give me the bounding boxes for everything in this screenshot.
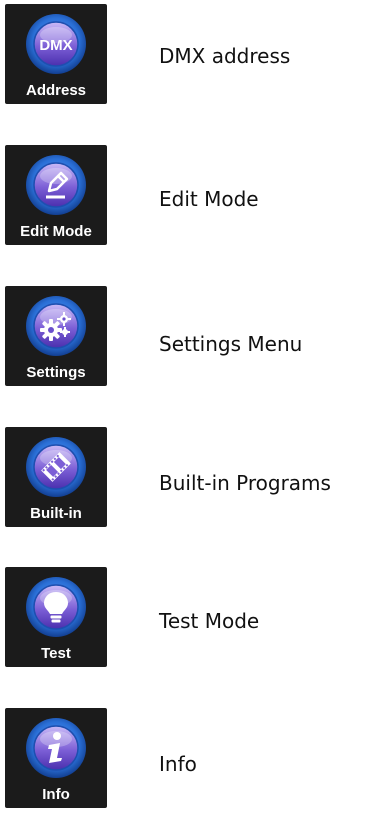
menu-description: Built-in Programs bbox=[159, 471, 331, 495]
edit-mode-tile[interactable]: Edit Mode bbox=[5, 145, 107, 245]
tile-label: Built-in bbox=[30, 505, 82, 522]
menu-description: DMX address bbox=[159, 44, 291, 68]
tile-label: Settings bbox=[26, 364, 86, 381]
tile-label: Edit Mode bbox=[20, 223, 92, 240]
menu-row-dmx-address[interactable]: DMX Address DMX address bbox=[0, 4, 382, 104]
tile-label: Address bbox=[25, 82, 87, 99]
info-tile[interactable]: Info bbox=[5, 708, 107, 808]
dmx-address-tile[interactable]: DMX Address bbox=[5, 4, 107, 104]
menu-description: Info bbox=[159, 752, 197, 776]
settings-tile[interactable]: Settings bbox=[5, 286, 107, 386]
dmx-icon-text: DMX bbox=[39, 37, 72, 54]
menu-row-edit-mode[interactable]: Edit Mode Edit Mode bbox=[0, 145, 382, 245]
menu-row-info[interactable]: Info Info bbox=[0, 708, 382, 808]
menu-row-built-in[interactable]: Built-in Built-in Programs bbox=[0, 427, 382, 527]
tile-label: Info bbox=[42, 786, 70, 803]
menu-description: Edit Mode bbox=[159, 187, 259, 211]
menu-description: Test Mode bbox=[159, 609, 260, 633]
menu-row-test[interactable]: Test Test Mode bbox=[0, 567, 382, 667]
menu-description: Settings Menu bbox=[159, 332, 303, 356]
test-tile[interactable]: Test bbox=[5, 567, 107, 667]
tile-label: Test bbox=[41, 645, 71, 662]
menu-row-settings[interactable]: Settings Settings Menu bbox=[0, 286, 382, 386]
built-in-tile[interactable]: Built-in bbox=[5, 427, 107, 527]
